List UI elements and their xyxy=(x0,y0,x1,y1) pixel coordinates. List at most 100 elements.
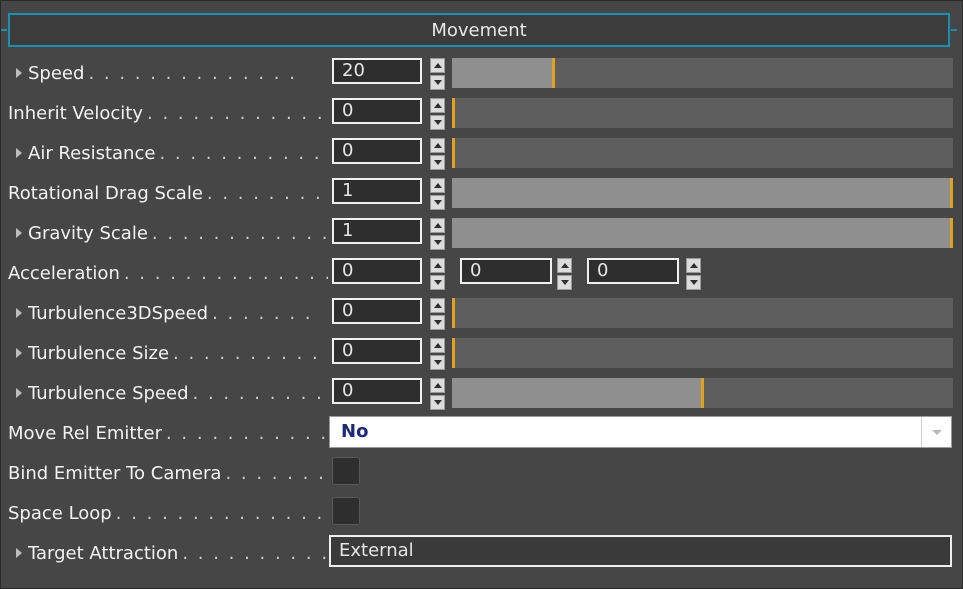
spin-up-icon[interactable] xyxy=(430,138,445,153)
target-attraction-field[interactable]: External xyxy=(329,535,952,567)
spin-up-icon[interactable] xyxy=(430,258,445,273)
leader-dots: . . . . . . . . . . xyxy=(173,342,320,364)
space-loop-checkbox[interactable] xyxy=(332,497,360,525)
turbulence-size-label[interactable]: Turbulence Size . . . . . . . . . . xyxy=(8,333,328,373)
inherit-velocity-spinner[interactable] xyxy=(430,98,447,132)
air-resistance-slider[interactable] xyxy=(452,138,953,168)
turbulence-3d-speed-slider[interactable] xyxy=(452,298,953,328)
gravity-scale-input[interactable]: 1 xyxy=(332,218,422,244)
inherit-velocity-input[interactable]: 0 xyxy=(332,98,422,124)
section-header-movement[interactable]: Movement xyxy=(8,13,950,47)
acceleration-y-input[interactable]: 0 xyxy=(460,258,552,284)
leader-dots: . . . . . . . . xyxy=(206,182,323,204)
spin-up-icon[interactable] xyxy=(430,218,445,233)
slider-thumb[interactable] xyxy=(452,338,455,368)
spin-up-icon[interactable] xyxy=(557,258,572,273)
spin-down-icon[interactable] xyxy=(430,275,445,290)
turbulence-3d-speed-label[interactable]: Turbulence3DSpeed . . . . . . . xyxy=(8,293,328,333)
row-rotational-drag-scale: Rotational Drag Scale . . . . . . . . 1 xyxy=(1,173,963,213)
bind-emitter-to-camera-label: Bind Emitter To Camera . . . . . . . xyxy=(8,462,326,484)
spin-up-icon[interactable] xyxy=(430,298,445,313)
speed-label[interactable]: Speed . . . . . . . . . . . . . . xyxy=(8,53,328,93)
inherit-velocity-slider[interactable] xyxy=(452,98,953,128)
spin-up-icon[interactable] xyxy=(430,98,445,113)
rotational-drag-scale-label: Rotational Drag Scale . . . . . . . . xyxy=(8,182,323,204)
rotational-drag-scale-spinner[interactable] xyxy=(430,178,447,212)
spin-down-icon[interactable] xyxy=(430,155,445,170)
air-resistance-label[interactable]: Air Resistance . . . . . . . . . . . . xyxy=(8,133,328,173)
spin-down-icon[interactable] xyxy=(430,75,445,90)
expand-arrow-icon[interactable] xyxy=(16,548,22,558)
turbulence-size-spinner[interactable] xyxy=(430,338,447,372)
slider-thumb[interactable] xyxy=(950,218,953,248)
acceleration-z-spinner[interactable] xyxy=(686,258,703,292)
row-acceleration: Acceleration . . . . . . . . . . . . . .… xyxy=(1,253,963,293)
turbulence-speed-label[interactable]: Turbulence Speed . . . . . . . . . xyxy=(8,373,328,413)
spin-down-icon[interactable] xyxy=(430,115,445,130)
speed-spinner[interactable] xyxy=(430,58,447,92)
chevron-down-icon[interactable] xyxy=(921,417,951,447)
properties-panel: Movement Speed . . . . . . . . . . . . .… xyxy=(0,0,963,589)
leader-dots: . . . . . . . . . . . . . . xyxy=(88,62,297,84)
turbulence-3d-speed-spinner[interactable] xyxy=(430,298,447,332)
turbulence-speed-slider[interactable] xyxy=(452,378,953,408)
gravity-scale-slider[interactable] xyxy=(452,218,953,248)
speed-input[interactable]: 20 xyxy=(332,58,422,84)
spin-down-icon[interactable] xyxy=(430,195,445,210)
bind-emitter-to-camera-checkbox[interactable] xyxy=(332,457,360,485)
acceleration-x-spinner[interactable] xyxy=(430,258,447,292)
leader-dots: . . . . . . . . . . . . xyxy=(147,102,325,124)
turbulence-size-input[interactable]: 0 xyxy=(332,338,422,364)
rotational-drag-scale-slider[interactable] xyxy=(452,178,953,208)
turbulence-speed-input[interactable]: 0 xyxy=(332,378,422,404)
gravity-scale-spinner[interactable] xyxy=(430,218,447,252)
header-tick xyxy=(1,29,7,31)
slider-fill xyxy=(452,178,950,208)
expand-arrow-icon[interactable] xyxy=(16,68,22,78)
row-inherit-velocity: Inherit Velocity . . . . . . . . . . . .… xyxy=(1,93,963,133)
slider-thumb[interactable] xyxy=(452,98,455,128)
target-attraction-label[interactable]: Target Attraction . . . . . . . . . . xyxy=(8,533,328,573)
spin-up-icon[interactable] xyxy=(430,58,445,73)
slider-thumb[interactable] xyxy=(452,298,455,328)
leader-dots: . . . . . . . . . . xyxy=(182,542,328,564)
slider-thumb[interactable] xyxy=(950,178,953,208)
rotational-drag-scale-input[interactable]: 1 xyxy=(332,178,422,204)
turbulence-3d-speed-input[interactable]: 0 xyxy=(332,298,422,324)
spin-down-icon[interactable] xyxy=(430,235,445,250)
slider-fill xyxy=(452,58,552,88)
speed-slider[interactable] xyxy=(452,58,953,88)
slider-fill xyxy=(452,378,701,408)
slider-thumb[interactable] xyxy=(452,138,455,168)
section-title: Movement xyxy=(431,19,527,41)
air-resistance-spinner[interactable] xyxy=(430,138,447,172)
spin-down-icon[interactable] xyxy=(430,315,445,330)
slider-thumb[interactable] xyxy=(552,58,555,88)
air-resistance-input[interactable]: 0 xyxy=(332,138,422,164)
move-rel-emitter-select[interactable]: No xyxy=(329,416,952,448)
turbulence-size-slider[interactable] xyxy=(452,338,953,368)
leader-dots: . . . . . . . xyxy=(212,302,313,324)
expand-arrow-icon[interactable] xyxy=(16,228,22,238)
expand-arrow-icon[interactable] xyxy=(16,148,22,158)
spin-up-icon[interactable] xyxy=(430,178,445,193)
turbulence-speed-spinner[interactable] xyxy=(430,378,447,412)
spin-up-icon[interactable] xyxy=(430,338,445,353)
spin-down-icon[interactable] xyxy=(686,275,701,290)
expand-arrow-icon[interactable] xyxy=(16,308,22,318)
leader-dots: . . . . . . . . . . . . xyxy=(159,142,328,164)
spin-down-icon[interactable] xyxy=(430,395,445,410)
spin-down-icon[interactable] xyxy=(430,355,445,370)
spin-up-icon[interactable] xyxy=(686,258,701,273)
acceleration-y-spinner[interactable] xyxy=(557,258,574,292)
acceleration-z-input[interactable]: 0 xyxy=(587,258,679,284)
spin-down-icon[interactable] xyxy=(557,275,572,290)
acceleration-x-input[interactable]: 0 xyxy=(332,258,422,284)
expand-arrow-icon[interactable] xyxy=(16,388,22,398)
spin-up-icon[interactable] xyxy=(430,378,445,393)
row-turbulence-size: Turbulence Size . . . . . . . . . . 0 xyxy=(1,333,963,373)
expand-arrow-icon[interactable] xyxy=(16,348,22,358)
select-value: No xyxy=(341,421,369,442)
gravity-scale-label[interactable]: Gravity Scale . . . . . . . . . . . . xyxy=(8,213,328,253)
slider-thumb[interactable] xyxy=(701,378,704,408)
